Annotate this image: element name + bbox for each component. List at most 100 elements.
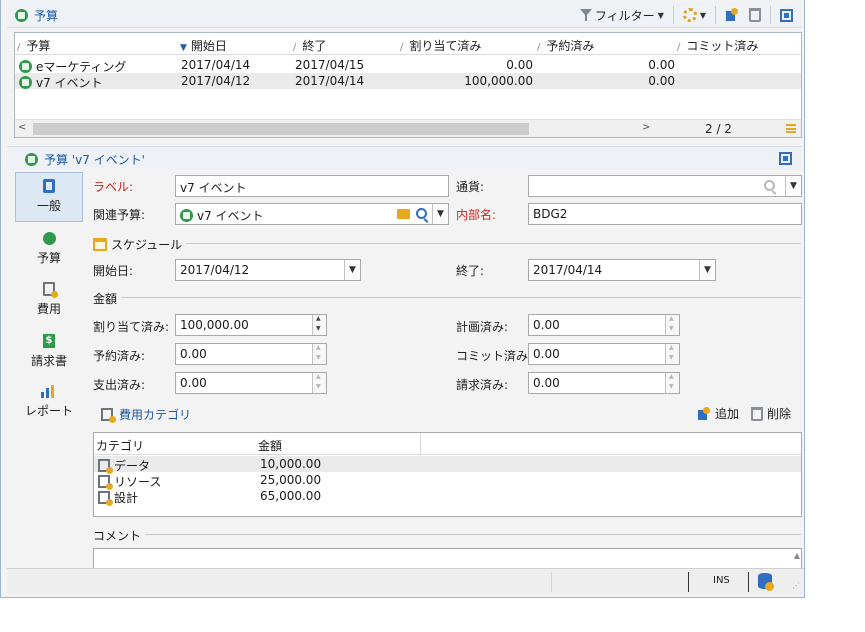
scroll-thumb[interactable]: [33, 123, 529, 135]
sidebar-item-invoice[interactable]: $ 請求書: [15, 328, 83, 378]
row-end-cell: 2017/04/14: [295, 74, 365, 88]
comment-section-title: コメント: [93, 529, 142, 543]
maximize-list-button[interactable]: [777, 5, 796, 25]
column-menu-icon[interactable]: [786, 124, 796, 133]
column-header-allocated[interactable]: / 割り当て済み: [400, 37, 481, 54]
sidebar-item-label: 一般: [36, 199, 61, 213]
scroll-left-icon[interactable]: <: [18, 122, 26, 133]
chevron-down-icon: ▼: [699, 10, 706, 20]
planned-stepper[interactable]: 0.00: [528, 314, 680, 336]
invoiced-stepper[interactable]: 0.00: [528, 372, 680, 394]
sidebar-item-label: 費用: [36, 302, 61, 316]
column-header-budget[interactable]: / 予算: [17, 37, 50, 54]
amount-section-title: 金額: [93, 292, 118, 306]
chevron-down-icon[interactable]: ▼: [785, 176, 801, 196]
table-row[interactable]: eマーケティング 2017/04/14 2017/04/15 0.00 0.00: [15, 57, 801, 74]
comment-textarea[interactable]: ▲: [93, 548, 802, 568]
start-date-picker[interactable]: 2017/04/12 ▼: [175, 259, 361, 281]
category-amount-cell: 65,000.00: [260, 489, 322, 503]
spent-label: 支出済み:: [93, 378, 146, 392]
clipboard-icon: [43, 179, 55, 193]
add-category-button[interactable]: 追加: [697, 405, 739, 422]
column-header-committed[interactable]: / コミット済み: [677, 37, 758, 54]
chevron-down-icon: ▼: [657, 10, 664, 20]
row-reserved-cell: 0.00: [648, 58, 675, 72]
horizontal-scrollbar[interactable]: < > 2 / 2: [15, 119, 801, 137]
new-item-icon: [725, 8, 739, 22]
calendar-icon: [93, 238, 107, 251]
trash-icon: [749, 8, 761, 22]
delete-budget-button[interactable]: [746, 5, 764, 25]
table-row-selected[interactable]: v7 イベント 2017/04/12 2017/04/14 100,000.00…: [15, 73, 801, 91]
category-amount-cell: 25,000.00: [260, 473, 322, 487]
spin-buttons: [665, 344, 679, 364]
sidebar-item-general[interactable]: 一般: [15, 172, 83, 222]
scroll-up-icon[interactable]: ▲: [794, 551, 800, 560]
sidebar-item-expense[interactable]: 費用: [15, 276, 83, 326]
parent-budget-combo[interactable]: v7 イベント ▼: [175, 203, 449, 225]
invoiced-label: 請求済み:: [456, 378, 509, 392]
spent-stepper[interactable]: 0.00: [175, 372, 327, 394]
trash-icon: [750, 406, 763, 421]
chevron-down-icon[interactable]: ▼: [344, 260, 360, 280]
end-date-picker[interactable]: 2017/04/14 ▼: [528, 259, 716, 281]
budget-icon: [180, 209, 193, 222]
scroll-right-icon[interactable]: >: [642, 122, 650, 133]
new-budget-button[interactable]: [722, 5, 742, 25]
schedule-section-title: スケジュール: [111, 238, 183, 252]
grid-header: / 予算 ▼ 開始日 / 終了 / 割り当て済み / 予約済み / コミット済み: [15, 33, 801, 55]
search-icon[interactable]: [764, 180, 775, 191]
table-row[interactable]: 設計 65,000.00: [94, 488, 801, 506]
label-input[interactable]: v7 イベント: [175, 175, 449, 197]
expand-icon[interactable]: [779, 152, 792, 165]
spin-buttons[interactable]: [312, 315, 326, 335]
budget-icon: [25, 153, 38, 166]
currency-field-label: 通貨:: [456, 180, 485, 194]
delete-category-button[interactable]: 削除: [750, 405, 791, 422]
actions-button[interactable]: ▼: [680, 5, 709, 25]
expense-icon: [101, 408, 116, 423]
allocated-stepper[interactable]: 100,000.00: [175, 314, 327, 336]
category-actions: 追加 削除: [697, 405, 791, 422]
committed-stepper[interactable]: 0.00: [528, 343, 680, 365]
amount-section: 金額: [93, 290, 803, 307]
spin-buttons: [312, 373, 326, 393]
table-row[interactable]: リソース 25,000.00: [94, 472, 801, 490]
table-row-selected[interactable]: データ 10,000.00: [94, 456, 801, 474]
sidebar-item-label: 請求書: [30, 354, 67, 368]
sidebar-item-budget[interactable]: 予算: [15, 226, 83, 276]
column-header-start[interactable]: ▼ 開始日: [180, 37, 227, 54]
reserved-stepper[interactable]: 0.00: [175, 343, 327, 365]
search-icon[interactable]: [416, 208, 427, 219]
database-icon[interactable]: [758, 573, 774, 591]
detail-header: 予算 'v7 イベント': [7, 146, 802, 170]
category-title: 費用カテゴリ: [101, 406, 191, 423]
folder-icon[interactable]: [397, 209, 410, 219]
row-start-cell: 2017/04/14: [181, 58, 251, 72]
spin-buttons: [312, 344, 326, 364]
row-reserved-cell: 0.00: [648, 74, 675, 88]
insert-mode-indicator: INS: [713, 575, 730, 586]
column-header-amount[interactable]: 金額: [258, 437, 282, 454]
resize-grip-icon[interactable]: ⋰: [792, 581, 800, 590]
sidebar-item-report[interactable]: レポート: [15, 378, 83, 428]
column-header-reserved[interactable]: / 予約済み: [537, 37, 594, 54]
budget-icon: [19, 76, 32, 89]
column-header-end[interactable]: / 終了: [293, 37, 326, 54]
new-item-icon: [697, 406, 711, 421]
internal-name-input[interactable]: BDG2: [528, 203, 802, 225]
chevron-down-icon[interactable]: ▼: [432, 204, 448, 224]
category-grid-header: カテゴリ 金額: [94, 433, 801, 455]
row-allocated-cell: 0.00: [506, 58, 533, 72]
detail-sidebar: 一般 予算 費用 $ 請求書 レポート: [15, 172, 83, 566]
category-name-cell: 設計: [98, 489, 138, 506]
reserved-label: 予約済み:: [93, 349, 146, 363]
sidebar-item-label: レポート: [24, 404, 73, 418]
planned-label: 計画済み:: [456, 320, 509, 334]
chevron-down-icon[interactable]: ▼: [699, 260, 715, 280]
budget-grid: / 予算 ▼ 開始日 / 終了 / 割り当て済み / 予約済み / コミット済み eマーケテ…: [14, 32, 802, 138]
row-budget-cell: v7 イベント: [19, 74, 103, 91]
currency-combo[interactable]: ▼: [528, 175, 802, 197]
filter-button[interactable]: フィルター ▼: [577, 5, 667, 25]
column-header-category[interactable]: カテゴリ: [96, 437, 144, 454]
